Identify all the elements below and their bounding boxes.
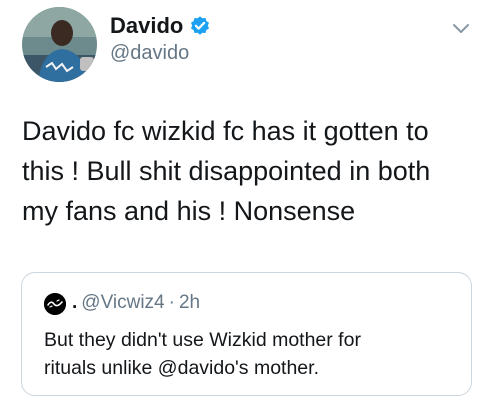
tweet-text-line: my fans and his ! Nonsense [22, 196, 356, 226]
author-name-text[interactable]: Davido [110, 13, 183, 39]
quoted-text-line: rituals unlike @davido's mother. [44, 357, 319, 379]
quoted-tweet-header: . @Vicwiz4 · 2h [72, 291, 200, 315]
quoted-separator: · [168, 292, 175, 313]
verified-badge-icon [189, 15, 211, 37]
quoted-timestamp[interactable]: 2h [179, 291, 200, 315]
quoted-tweet-text: But they didn't use Wizkid mother for ri… [44, 326, 361, 382]
chevron-down-icon[interactable] [452, 22, 470, 34]
quoted-author-avatar[interactable] [44, 293, 66, 315]
author-handle[interactable]: @davido [110, 40, 189, 66]
tweet-text-line: this ! Bull shit disappointed in both [22, 156, 431, 186]
quoted-author-name[interactable]: . [72, 291, 77, 315]
quoted-author-handle[interactable]: @Vicwiz4 [81, 291, 164, 315]
author-name[interactable]: Davido [110, 13, 211, 39]
author-avatar[interactable] [22, 7, 97, 82]
avatar-image [22, 7, 97, 82]
quoted-tweet-card[interactable]: . @Vicwiz4 · 2h But they didn't use Wizk… [21, 272, 472, 396]
tweet-text: Davido fc wizkid fc has it gotten to thi… [22, 111, 468, 231]
tweet-text-line: Davido fc wizkid fc has it gotten to [22, 116, 429, 146]
quoted-text-line: But they didn't use Wizkid mother for [44, 329, 361, 351]
